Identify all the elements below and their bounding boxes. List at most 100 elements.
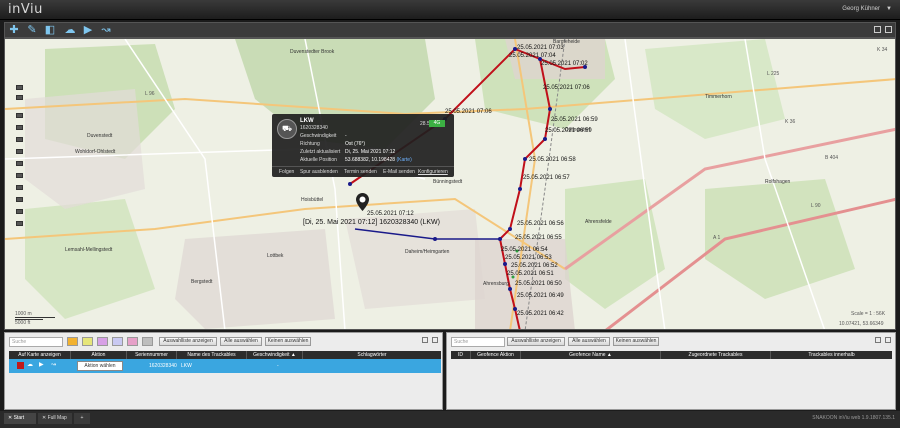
play-icon[interactable]: ▶ xyxy=(81,24,95,37)
road-label: L 90 xyxy=(811,203,821,209)
restore-icon[interactable] xyxy=(874,26,882,33)
zoom-level-tick[interactable] xyxy=(16,137,23,142)
select-all-button[interactable]: Alle auswählen xyxy=(568,337,610,346)
column-header[interactable]: Geofence Name ▲ xyxy=(521,351,661,359)
add-tab-button[interactable]: + xyxy=(74,413,90,424)
track-label[interactable]: 25.05.2021 06:50 xyxy=(515,281,562,287)
shape-icon[interactable]: ◧ xyxy=(43,24,57,37)
show-selection-button[interactable]: Auswahlliste anzeigen xyxy=(507,337,565,346)
zoom-level-tick[interactable] xyxy=(16,185,23,190)
zoom-level-tick[interactable] xyxy=(16,197,23,202)
select-all-button[interactable]: Alle auswählen xyxy=(220,337,262,346)
follow-link[interactable]: Folgen xyxy=(279,169,294,175)
track-label[interactable]: 25.05.2021 06:49 xyxy=(517,293,564,299)
select-none-button[interactable]: Keinen auswählen xyxy=(265,337,311,346)
track-label[interactable]: 25.05.2021 06:59 xyxy=(551,117,598,123)
pan-button[interactable] xyxy=(16,95,23,100)
app-window: inViu Georg Kühner ▼ ✚ ✎ ◧ ☁ ▶ ↝ Duvenst… xyxy=(0,0,900,428)
column-header[interactable]: Auf Karte anzeigen xyxy=(9,351,71,359)
track-label[interactable]: 25.05.2021 07:06 xyxy=(543,85,590,91)
zoom-level-tick[interactable] xyxy=(16,113,23,118)
maximize-icon[interactable] xyxy=(885,337,891,343)
chevron-down-icon[interactable]: ▼ xyxy=(886,6,892,12)
play-icon[interactable]: ▶ xyxy=(39,362,46,369)
color-filter-swatch[interactable] xyxy=(82,337,93,346)
map-toolbar: ✚ ✎ ◧ ☁ ▶ ↝ xyxy=(4,22,896,38)
column-header[interactable]: Trackables innerhalb xyxy=(771,351,892,359)
track-label[interactable]: 25.05.2021 06:54 xyxy=(501,247,548,253)
track-label[interactable]: 25.05.2021 07:12 xyxy=(367,211,414,217)
trackables-table-header: Auf Karte anzeigen Aktion Seriennummer N… xyxy=(9,351,441,359)
tab-full-map[interactable]: ✕ Full Map xyxy=(38,413,72,424)
send-email-link[interactable]: E-Mail senden xyxy=(383,169,415,175)
configure-link[interactable]: Konfigurieren xyxy=(418,169,448,175)
column-header[interactable]: Geschwindigkeit ▲ xyxy=(247,351,303,359)
place-label: Lottbek xyxy=(267,253,284,259)
zoom-slider[interactable] xyxy=(13,85,27,235)
track-label[interactable]: 25.05.2021 07:02 xyxy=(541,61,588,67)
column-header[interactable]: Geofence Aktion xyxy=(471,351,521,359)
color-filter-swatch[interactable] xyxy=(142,337,153,346)
zoom-level-tick[interactable] xyxy=(16,149,23,154)
track-label[interactable]: 25.05.2021 06:42 xyxy=(517,311,564,317)
restore-icon[interactable] xyxy=(422,337,429,343)
zoom-out-button[interactable] xyxy=(16,221,23,226)
track-label[interactable]: 25.05.2021 06:59 xyxy=(545,128,592,134)
plus-icon[interactable]: ✚ xyxy=(7,24,21,37)
maximize-icon[interactable] xyxy=(432,337,438,343)
track-label[interactable]: 25.05.2021 06:57 xyxy=(523,175,570,181)
color-filter-swatch[interactable] xyxy=(112,337,123,346)
show-selection-button[interactable]: Auswahlliste anzeigen xyxy=(159,337,217,346)
geofences-search-input[interactable]: Suche xyxy=(451,337,505,347)
zoom-level-tick[interactable] xyxy=(16,125,23,130)
column-header[interactable]: Seriennummer xyxy=(127,351,177,359)
road-label: K 36 xyxy=(785,119,796,125)
geofences-panel: Suche Auswahlliste anzeigen Alle auswähl… xyxy=(446,332,896,410)
track-label[interactable]: 25.05.2021 06:52 xyxy=(511,263,558,269)
column-header[interactable]: Aktion xyxy=(71,351,127,359)
track-label[interactable]: 25.05.2021 06:51 xyxy=(507,271,554,277)
column-header[interactable]: Schlagwörter xyxy=(303,351,441,359)
place-label: Hoisbüttel xyxy=(301,197,324,203)
track-label[interactable]: 25.05.2021 07:04 xyxy=(509,53,556,59)
map-view[interactable]: Duvenstedter Brook Duvenstedt Wohldorf-O… xyxy=(4,38,896,330)
route-icon[interactable]: ↝ xyxy=(51,362,58,369)
zoom-level-tick[interactable] xyxy=(16,161,23,166)
marker-caption[interactable]: [Di, 25. Mai 2021 07:12] 1620328340 (LKW… xyxy=(303,219,440,226)
track-label[interactable]: 25.05.2021 06:56 xyxy=(517,221,564,227)
cloud-icon[interactable]: ☁ xyxy=(27,362,34,369)
road-label: L 96 xyxy=(145,91,155,97)
map-link[interactable]: (Karte) xyxy=(396,157,411,163)
pencil-icon[interactable]: ✎ xyxy=(25,24,39,37)
track-label[interactable]: 25.05.2021 06:53 xyxy=(505,255,552,261)
send-appointment-link[interactable]: Termin senden xyxy=(344,169,377,175)
place-label: Timmerhorn xyxy=(705,94,732,100)
map-pin-icon[interactable] xyxy=(356,193,369,211)
color-filter-swatch[interactable] xyxy=(97,337,108,346)
zoom-in-button[interactable] xyxy=(16,85,23,90)
select-none-button[interactable]: Keinen auswählen xyxy=(613,337,659,346)
track-label[interactable]: 25.05.2021 06:58 xyxy=(529,157,576,163)
color-filter-swatch[interactable] xyxy=(67,337,78,346)
hide-track-link[interactable]: Spur ausblenden xyxy=(300,169,338,175)
user-menu[interactable]: Georg Kühner xyxy=(842,6,880,12)
zoom-level-tick[interactable] xyxy=(16,209,23,214)
column-header[interactable]: ID xyxy=(451,351,471,359)
column-header[interactable]: Zugeordnete Trackables xyxy=(661,351,771,359)
table-row[interactable]: ☁ ▶ ↝ Aktion wählen 1620328340 LKW - xyxy=(9,359,441,373)
restore-icon[interactable] xyxy=(875,337,882,343)
layers-icon[interactable]: ☁ xyxy=(63,24,77,37)
track-label[interactable]: 25.05.2021 07:03 xyxy=(517,45,564,51)
track-label[interactable]: 25.05.2021 06:55 xyxy=(515,235,562,241)
tab-start[interactable]: ✕ Start xyxy=(4,413,36,424)
maximize-icon[interactable] xyxy=(885,26,892,33)
name-cell: LKW xyxy=(181,363,192,369)
column-header[interactable]: Name des Trackables xyxy=(177,351,247,359)
route-icon[interactable]: ↝ xyxy=(99,24,113,37)
action-select[interactable]: Aktion wählen xyxy=(77,361,123,371)
popup-row-value: - xyxy=(345,133,347,139)
trackables-search-input[interactable]: Suche xyxy=(9,337,63,347)
zoom-level-tick[interactable] xyxy=(16,173,23,178)
color-filter-swatch[interactable] xyxy=(127,337,138,346)
stop-icon[interactable] xyxy=(17,362,24,369)
